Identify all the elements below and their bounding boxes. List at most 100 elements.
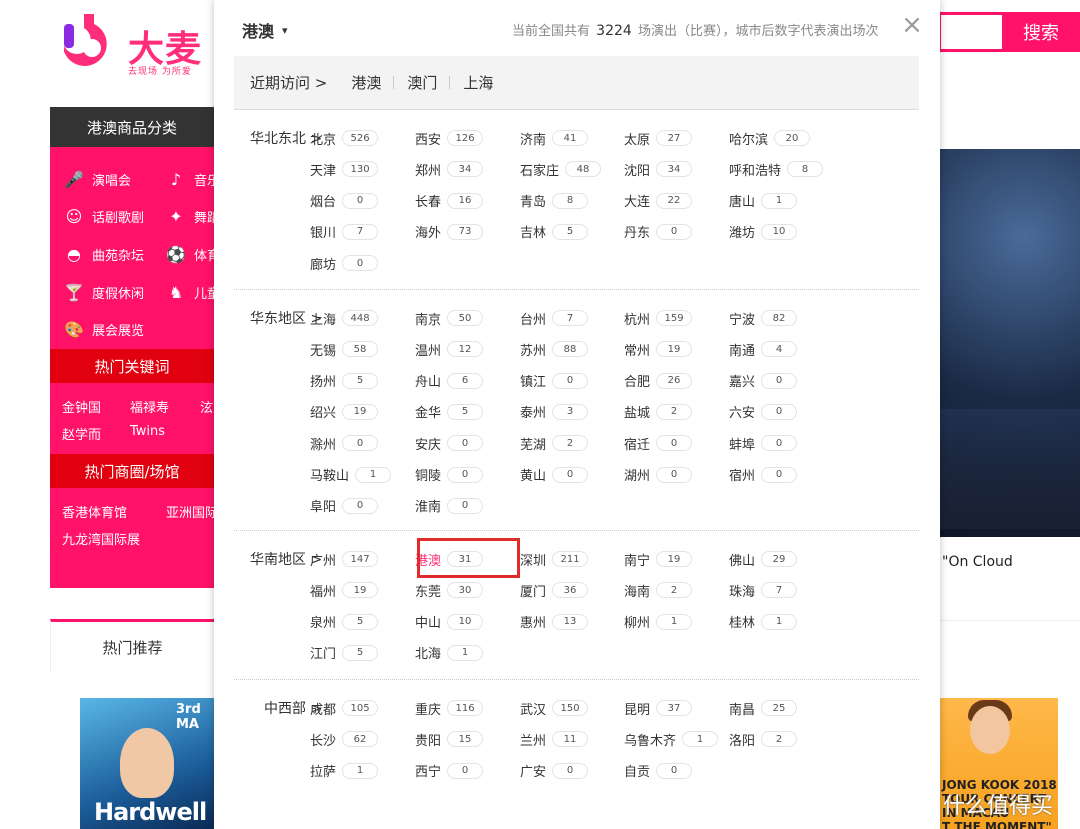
city-item[interactable]: 宁波 82: [729, 308, 798, 328]
city-item[interactable]: 柳州 1: [624, 612, 693, 632]
city-item[interactable]: 潍坊 10: [729, 222, 798, 242]
keyword-link[interactable]: 福禄寿: [130, 397, 169, 416]
sidebar-item-exhibition[interactable]: 🎨 展会展览: [64, 319, 144, 339]
city-item[interactable]: 东莞 30: [415, 580, 484, 600]
city-item[interactable]: 常州 19: [624, 339, 693, 359]
sidebar-item-music[interactable]: ♪ 音乐: [166, 169, 214, 189]
city-item[interactable]: 郑州 34: [415, 159, 484, 179]
search-button[interactable]: 搜索: [1002, 12, 1080, 52]
city-item[interactable]: 丹东 0: [624, 222, 693, 242]
city-item[interactable]: 盐城 2: [624, 402, 693, 422]
city-item[interactable]: 舟山 6: [415, 371, 484, 391]
sidebar-item-kids[interactable]: ♞ 儿童: [166, 282, 214, 302]
close-icon[interactable]: ×: [901, 12, 923, 38]
city-item[interactable]: 中山 10: [415, 612, 484, 632]
city-item[interactable]: 镇江 0: [520, 371, 589, 391]
city-item[interactable]: 海外 73: [415, 222, 484, 242]
city-item[interactable]: 芜湖 2: [520, 433, 589, 453]
city-item[interactable]: 大连 22: [624, 191, 693, 211]
city-item[interactable]: 阜阳 0: [310, 496, 379, 516]
city-item[interactable]: 重庆 116: [415, 698, 484, 718]
city-item[interactable]: 南通 4: [729, 339, 798, 359]
city-item[interactable]: 昆明 37: [624, 698, 693, 718]
city-item[interactable]: 石家庄 48: [520, 159, 602, 179]
city-item[interactable]: 宿州 0: [729, 465, 798, 485]
city-item[interactable]: 深圳 211: [520, 549, 589, 569]
city-item[interactable]: 广州 147: [310, 549, 379, 569]
city-item[interactable]: 天津 130: [310, 159, 379, 179]
city-item[interactable]: 马鞍山 1: [310, 465, 392, 485]
sidebar-item-drama[interactable]: ☺ 话剧歌剧: [64, 206, 144, 226]
city-item[interactable]: 兰州 11: [520, 729, 589, 749]
city-item[interactable]: 铜陵 0: [415, 465, 484, 485]
city-item[interactable]: 烟台 0: [310, 191, 379, 211]
city-item[interactable]: 海南 2: [624, 580, 693, 600]
city-item[interactable]: 太原 27: [624, 128, 693, 148]
city-item[interactable]: 唐山 1: [729, 191, 798, 211]
city-item[interactable]: 台州 7: [520, 308, 589, 328]
venue-link[interactable]: 九龙湾国际展: [62, 529, 140, 548]
city-item[interactable]: 西宁 0: [415, 761, 484, 781]
city-item[interactable]: 武汉 150: [520, 698, 589, 718]
city-item[interactable]: 北海 1: [415, 643, 484, 663]
city-item[interactable]: 桂林 1: [729, 612, 798, 632]
city-item[interactable]: 洛阳 2: [729, 729, 798, 749]
city-item[interactable]: 济南 41: [520, 128, 589, 148]
keyword-link[interactable]: Twins: [130, 424, 165, 439]
sidebar-item-dance[interactable]: ✦ 舞蹈: [166, 206, 214, 226]
city-item[interactable]: 南宁 19: [624, 549, 693, 569]
venue-link[interactable]: 香港体育馆: [62, 502, 127, 521]
city-item[interactable]: 黄山 0: [520, 465, 589, 485]
search-input[interactable]: [938, 12, 1004, 52]
city-item[interactable]: 金华 5: [415, 402, 484, 422]
city-item[interactable]: 青岛 8: [520, 191, 589, 211]
city-item[interactable]: 长春 16: [415, 191, 484, 211]
recent-city[interactable]: 澳门: [393, 72, 451, 93]
city-item[interactable]: 绍兴 19: [310, 402, 379, 422]
city-item[interactable]: 扬州 5: [310, 371, 379, 391]
city-item[interactable]: 西安 126: [415, 128, 484, 148]
city-item[interactable]: 拉萨 1: [310, 761, 379, 781]
keyword-link[interactable]: 泫: [200, 397, 213, 416]
sidebar-item-leisure[interactable]: 🍸 度假休闲: [64, 282, 144, 302]
city-item[interactable]: 吉林 5: [520, 222, 589, 242]
city-item[interactable]: 哈尔滨 20: [729, 128, 811, 148]
city-item[interactable]: 湖州 0: [624, 465, 693, 485]
city-item[interactable]: 滁州 0: [310, 433, 379, 453]
city-item[interactable]: 南京 50: [415, 308, 484, 328]
city-item[interactable]: 温州 12: [415, 339, 484, 359]
city-item[interactable]: 廊坊 0: [310, 253, 379, 273]
city-item[interactable]: 苏州 88: [520, 339, 589, 359]
recent-city[interactable]: 港澳: [339, 72, 395, 93]
city-item[interactable]: 成都 105: [310, 698, 379, 718]
city-item[interactable]: 惠州 13: [520, 612, 589, 632]
city-item[interactable]: 合肥 26: [624, 371, 693, 391]
city-item[interactable]: 宿迁 0: [624, 433, 693, 453]
city-item[interactable]: 嘉兴 0: [729, 371, 798, 391]
city-item[interactable]: 厦门 36: [520, 580, 589, 600]
region-dropdown[interactable]: 港澳 ▾: [242, 18, 288, 42]
city-item[interactable]: 安庆 0: [415, 433, 484, 453]
city-item[interactable]: 上海 448: [310, 308, 379, 328]
sidebar-item-quyi[interactable]: ◓ 曲苑杂坛: [64, 244, 144, 264]
sidebar-item-concert[interactable]: 🎤 演唱会: [64, 169, 131, 189]
city-item[interactable]: 北京 526: [310, 128, 379, 148]
city-item[interactable]: 蚌埠 0: [729, 433, 798, 453]
city-item[interactable]: 广安 0: [520, 761, 589, 781]
city-item[interactable]: 杭州 159: [624, 308, 693, 328]
keyword-link[interactable]: 赵学而: [62, 424, 101, 443]
venue-link[interactable]: 亚洲国际: [166, 502, 214, 521]
city-item[interactable]: 沈阳 34: [624, 159, 693, 179]
city-item[interactable]: 泰州 3: [520, 402, 589, 422]
city-item[interactable]: 佛山 29: [729, 549, 798, 569]
city-item[interactable]: 南昌 25: [729, 698, 798, 718]
city-item[interactable]: 乌鲁木齐 1: [624, 729, 719, 749]
city-item[interactable]: 六安 0: [729, 402, 798, 422]
city-item[interactable]: 淮南 0: [415, 496, 484, 516]
keyword-link[interactable]: 金钟国: [62, 397, 101, 416]
city-item[interactable]: 自贡 0: [624, 761, 693, 781]
city-item[interactable]: 江门 5: [310, 643, 379, 663]
sidebar-item-sports[interactable]: ⚽ 体育: [166, 244, 214, 264]
city-item[interactable]: 长沙 62: [310, 729, 379, 749]
city-item[interactable]: 泉州 5: [310, 612, 379, 632]
